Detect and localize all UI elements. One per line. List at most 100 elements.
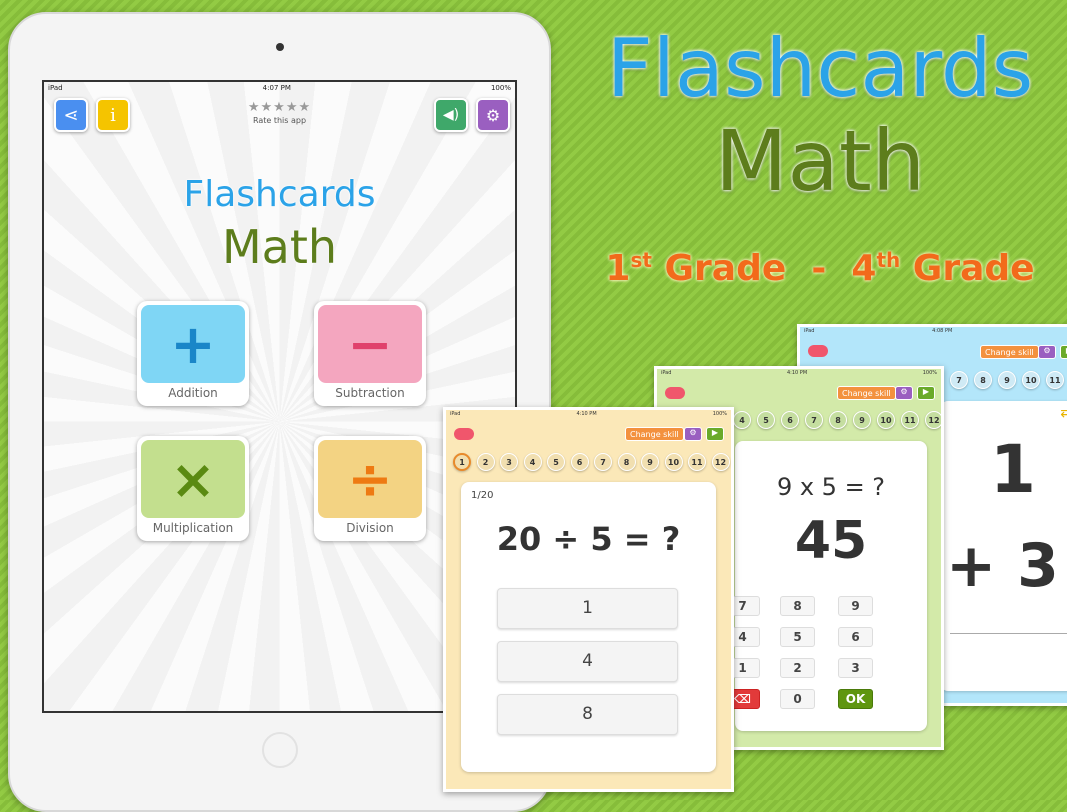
key[interactable]: 5 (780, 627, 815, 647)
typed-answer: 45 (794, 511, 868, 571)
skill-addition[interactable]: + Addition (137, 301, 249, 406)
back-arrow-icon[interactable] (808, 345, 828, 357)
back-arrow-icon[interactable] (665, 387, 685, 399)
grade-from: 1 (605, 248, 631, 289)
question-number[interactable]: 9 (641, 453, 659, 471)
question-number[interactable]: 5 (757, 411, 775, 429)
play-button[interactable]: ▶ (706, 427, 724, 441)
question-number-current[interactable]: 1 (453, 453, 471, 471)
change-skill-button[interactable]: Change skill (837, 386, 896, 400)
flip-icon[interactable]: ⇄ (1060, 405, 1067, 421)
question-number[interactable]: 10 (1022, 371, 1040, 389)
home-button[interactable] (262, 732, 298, 768)
change-skill-button[interactable]: Change skill (980, 345, 1039, 359)
settings-button[interactable]: ⚙ (684, 427, 702, 441)
battery: 100% (490, 84, 511, 92)
status-bar: iPad 4:10 PM 100% (450, 411, 727, 417)
question-number[interactable]: 11 (901, 411, 919, 429)
status-bar: iPad 4:08 PM (804, 328, 1067, 334)
status-bar: iPad 4:10 PM 100% (661, 370, 937, 376)
question-number[interactable]: 8 (974, 371, 992, 389)
key[interactable]: 6 (838, 627, 873, 647)
grade-from-suffix: st (630, 248, 652, 272)
status-bar: iPad 4:07 PM 100% (44, 82, 515, 96)
settings-button[interactable]: ⚙ (895, 386, 913, 400)
question-number[interactable]: 9 (998, 371, 1016, 389)
question-number[interactable]: 4 (733, 411, 751, 429)
battery: 100% (922, 370, 937, 376)
question-number[interactable]: 11 (1046, 371, 1064, 389)
question-number[interactable]: 2 (476, 453, 495, 471)
app-title: Flashcards (183, 174, 376, 215)
ok-key[interactable]: OK (838, 689, 873, 709)
question-number[interactable]: 7 (594, 453, 612, 471)
key[interactable]: 8 (780, 596, 815, 616)
skill-subtraction[interactable]: − Subtraction (314, 301, 426, 406)
carrier: iPad (48, 84, 63, 92)
carrier: iPad (661, 370, 672, 376)
divider (950, 633, 1067, 634)
app-subtitle: Math (221, 220, 338, 274)
dash: - (811, 248, 827, 289)
question-card: 1/20 20 ÷ 5 = ? 1 4 8 (461, 482, 716, 772)
grade-word: Grade (664, 248, 787, 289)
question-text: 9 x 5 = ? (776, 473, 886, 501)
grade-to: 4 (851, 248, 877, 289)
question-number[interactable]: 7 (805, 411, 823, 429)
settings-button[interactable]: ⚙ (1038, 345, 1056, 359)
key[interactable]: 2 (780, 658, 815, 678)
answer-option[interactable]: 1 (497, 588, 678, 629)
card-top-number: 1 (990, 431, 1036, 508)
backspace-icon: ⌫ (734, 692, 751, 706)
question-number[interactable]: 7 (950, 371, 968, 389)
skill-multiplication[interactable]: × Multiplication (137, 436, 249, 541)
change-skill-button[interactable]: Change skill (625, 427, 684, 441)
question-number[interactable]: 3 (500, 453, 518, 471)
minus-icon: − (318, 305, 422, 383)
flashcard: ⇄ 1 + 3 (940, 401, 1067, 691)
answer-option[interactable]: 4 (497, 641, 678, 682)
carrier: iPad (804, 328, 815, 334)
card-bottom-number: + 3 (946, 531, 1059, 601)
question-card: 9 x 5 = ? 45 7 8 9 4 5 6 1 2 3 ⌫ 0 OK (725, 441, 927, 731)
divide-icon: ÷ (318, 440, 422, 518)
clock: 4:08 PM (932, 328, 953, 334)
promo-title-flashcards: Flashcards (606, 22, 1034, 115)
promo-title-math: Math (714, 112, 926, 210)
question-text: 20 ÷ 5 = ? (496, 520, 681, 558)
carrier: iPad (450, 411, 461, 417)
question-number[interactable]: 10 (664, 453, 683, 471)
question-number[interactable]: 10 (877, 411, 895, 429)
question-number[interactable]: 8 (829, 411, 847, 429)
question-number[interactable]: 9 (853, 411, 871, 429)
question-number[interactable]: 5 (547, 453, 565, 471)
gear-icon: ⚙ (485, 105, 501, 125)
question-number[interactable]: 6 (781, 411, 799, 429)
clock: 4:07 PM (262, 84, 291, 92)
back-arrow-icon[interactable] (454, 428, 474, 440)
settings-button[interactable]: ⚙ (476, 98, 510, 132)
screenshot-division-multiple-choice: iPad 4:10 PM 100% Change skill ⚙ ▶ 1234567… (443, 407, 734, 792)
question-number[interactable]: 8 (617, 453, 636, 471)
promo-grade-range: 1st Grade - 4th Grade (580, 248, 1060, 289)
answer-option[interactable]: 8 (497, 694, 678, 735)
grade-word: Grade (912, 248, 1035, 289)
question-number[interactable]: 12 (925, 411, 941, 429)
question-number[interactable]: 12 (711, 453, 730, 471)
play-button[interactable]: ▶ (1060, 345, 1067, 359)
skill-label: Multiplication (152, 521, 234, 535)
question-number[interactable]: 4 (523, 453, 542, 471)
times-icon: × (141, 440, 245, 518)
speaker-icon: ◀) (442, 107, 460, 123)
key[interactable]: 3 (838, 658, 873, 678)
key[interactable]: 0 (780, 689, 815, 709)
key[interactable]: 9 (838, 596, 873, 616)
question-number[interactable]: 6 (570, 453, 589, 471)
skill-division[interactable]: ÷ Division (314, 436, 426, 541)
clock: 4:10 PM (576, 411, 597, 417)
question-number[interactable]: 11 (688, 453, 706, 471)
question-number-row: 4 5 6 7 8 9 10 11 12 (733, 411, 941, 429)
skill-label: Subtraction (335, 386, 405, 400)
sound-button[interactable]: ◀) (434, 98, 468, 132)
play-button[interactable]: ▶ (917, 386, 935, 400)
